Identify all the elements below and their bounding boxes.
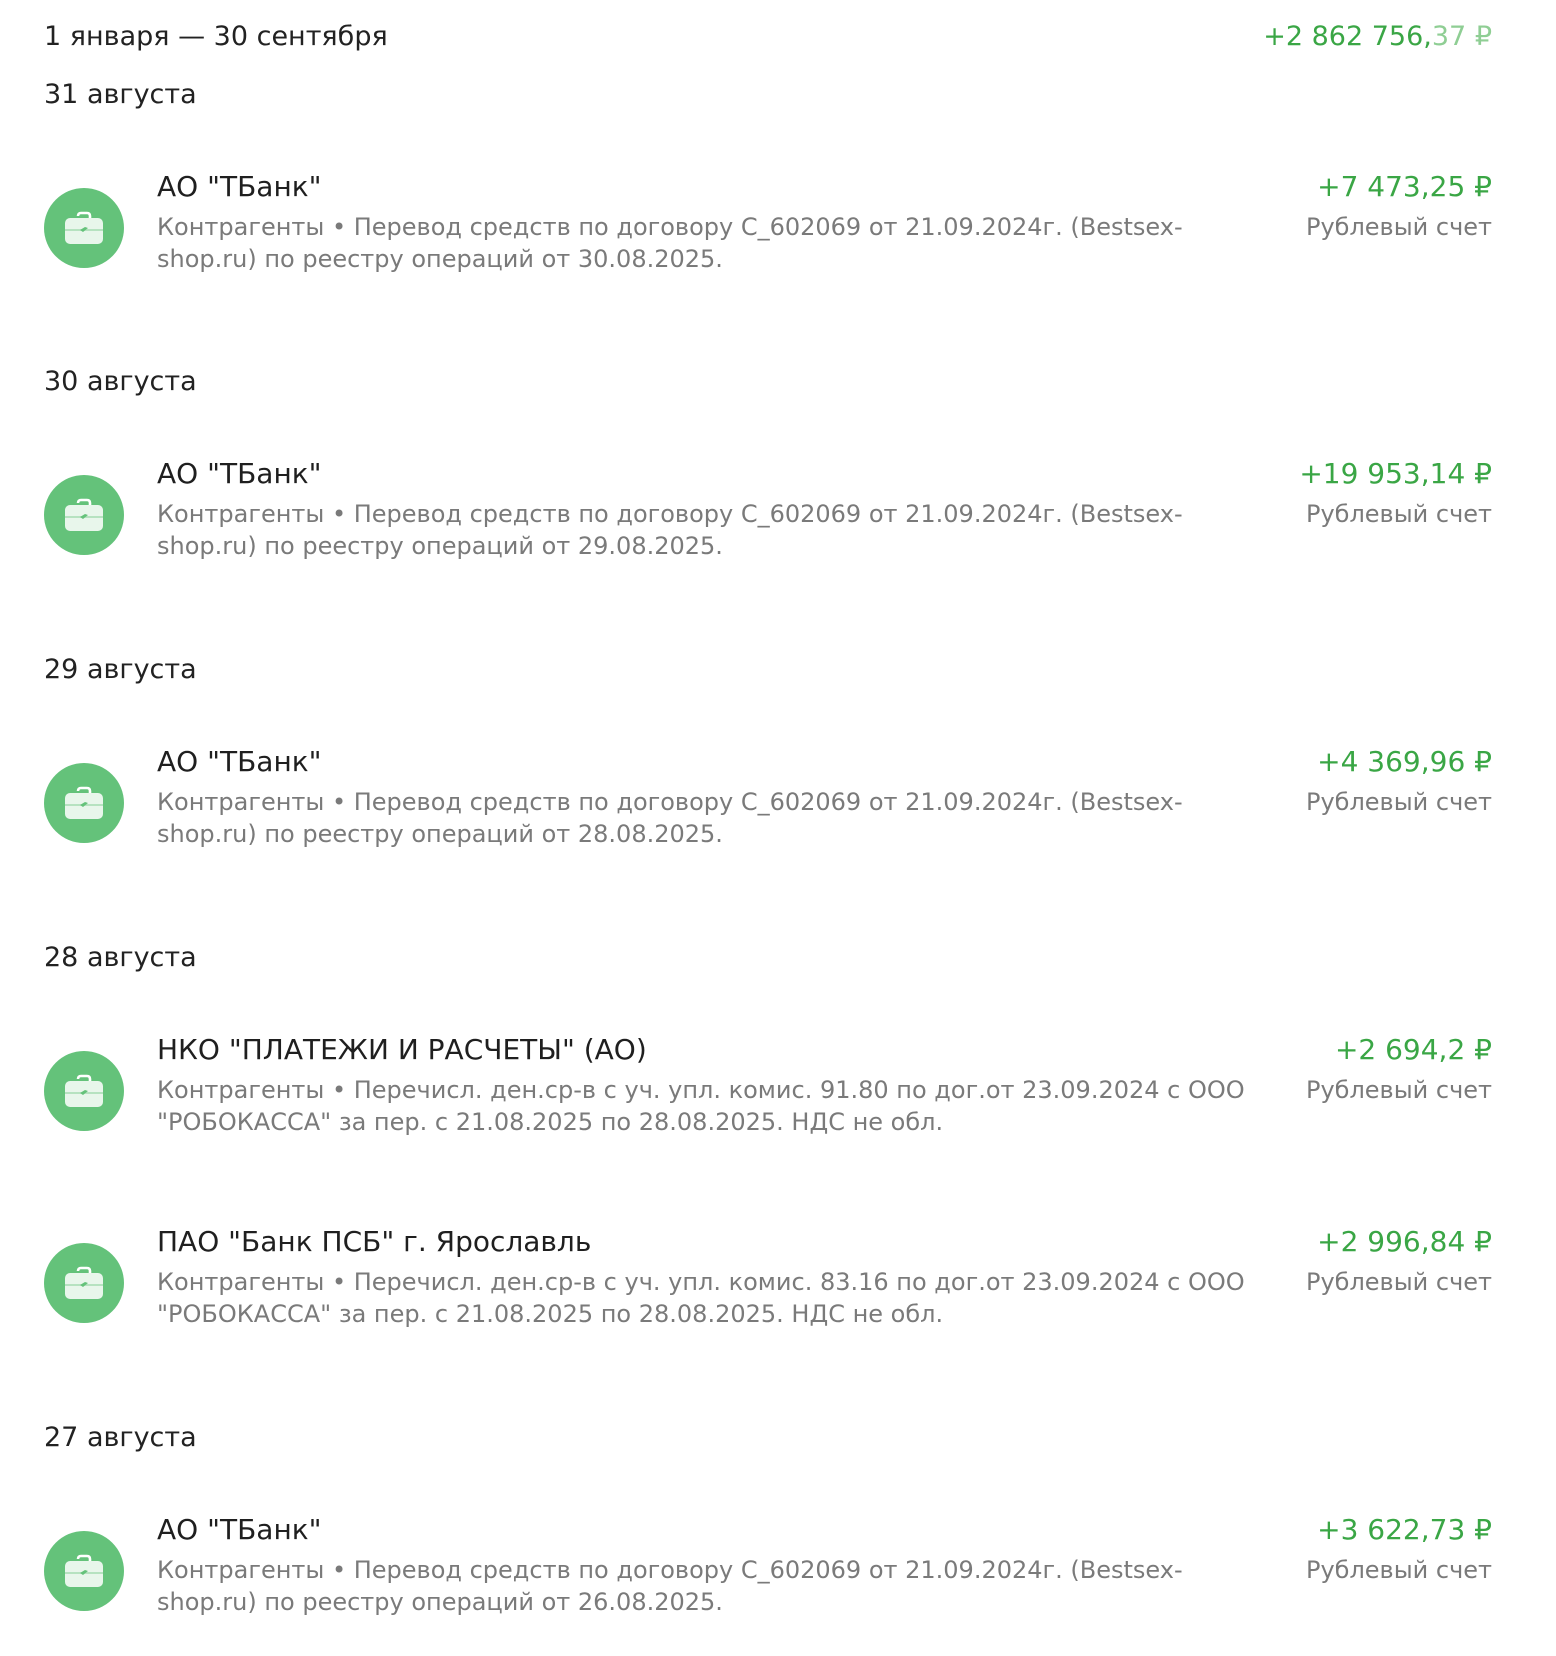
transaction-title: АО "ТБанк" xyxy=(157,745,322,778)
transaction-amount: +4 369,96 ₽ xyxy=(1317,745,1492,778)
period-total-main: +2 862 756, xyxy=(1263,21,1432,52)
day-header: 29 августа xyxy=(44,654,197,685)
transaction-account: Рублевый счет xyxy=(1305,213,1492,241)
transaction-description: Контрагенты • Перечисл. ден.ср-в с уч. у… xyxy=(157,1268,1245,1328)
transaction-description: Контрагенты • Перевод средств по договор… xyxy=(157,1556,1183,1616)
briefcase-icon xyxy=(44,1243,124,1323)
day-header: 27 августа xyxy=(44,1422,197,1453)
transaction-amount: +2 996,84 ₽ xyxy=(1317,1225,1492,1258)
transaction-row[interactable]: АО "ТБанк" Контрагенты • Перевод средств… xyxy=(0,1511,1556,1631)
transaction-title: АО "ТБанк" xyxy=(157,1513,322,1546)
transaction-account: Рублевый счет xyxy=(1305,788,1492,816)
transaction-account: Рублевый счет xyxy=(1305,1076,1492,1104)
briefcase-icon xyxy=(44,188,124,268)
transaction-amount: +19 953,14 ₽ xyxy=(1299,457,1492,490)
transaction-description: Контрагенты • Перечисл. ден.ср-в с уч. у… xyxy=(157,1076,1245,1136)
transaction-title: АО "ТБанк" xyxy=(157,170,322,203)
period-total-currency: ₽ xyxy=(1466,21,1492,52)
transaction-account: Рублевый счет xyxy=(1305,500,1492,528)
briefcase-icon xyxy=(44,1531,124,1611)
transaction-account: Рублевый счет xyxy=(1305,1556,1492,1584)
transaction-title: АО "ТБанк" xyxy=(157,457,322,490)
day-header: 28 августа xyxy=(44,942,197,973)
transaction-title: НКО "ПЛАТЕЖИ И РАСЧЕТЫ" (АО) xyxy=(157,1033,647,1066)
transaction-description: Контрагенты • Перевод средств по договор… xyxy=(157,788,1183,848)
transaction-amount: +3 622,73 ₽ xyxy=(1317,1513,1492,1546)
transaction-row[interactable]: АО "ТБанк" Контрагенты • Перевод средств… xyxy=(0,455,1556,575)
period-summary: 1 января — 30 сентября +2 862 756,37 ₽ xyxy=(44,18,1492,58)
briefcase-icon xyxy=(44,475,124,555)
transaction-amount: +7 473,25 ₽ xyxy=(1317,170,1492,203)
transaction-row[interactable]: ПАО "Банк ПСБ" г. Ярославль Контрагенты … xyxy=(0,1223,1556,1343)
period-total-cents: 37 xyxy=(1431,21,1467,52)
day-header: 30 августа xyxy=(44,366,197,397)
briefcase-icon xyxy=(44,763,124,843)
transaction-description: Контрагенты • Перевод средств по договор… xyxy=(157,500,1183,560)
period-label: 1 января — 30 сентября xyxy=(44,21,388,52)
transaction-row[interactable]: АО "ТБанк" Контрагенты • Перевод средств… xyxy=(0,168,1556,288)
transaction-account: Рублевый счет xyxy=(1305,1268,1492,1296)
briefcase-icon xyxy=(44,1051,124,1131)
transaction-title: ПАО "Банк ПСБ" г. Ярославль xyxy=(157,1225,592,1258)
operations-page: 1 января — 30 сентября +2 862 756,37 ₽ 3… xyxy=(0,0,1556,1656)
transaction-row[interactable]: АО "ТБанк" Контрагенты • Перевод средств… xyxy=(0,743,1556,863)
period-total: +2 862 756,37 ₽ xyxy=(1263,18,1492,56)
transaction-row[interactable]: НКО "ПЛАТЕЖИ И РАСЧЕТЫ" (АО) Контрагенты… xyxy=(0,1031,1556,1151)
transaction-amount: +2 694,2 ₽ xyxy=(1334,1033,1492,1066)
day-header: 31 августа xyxy=(44,79,197,110)
transaction-description: Контрагенты • Перевод средств по договор… xyxy=(157,213,1183,273)
